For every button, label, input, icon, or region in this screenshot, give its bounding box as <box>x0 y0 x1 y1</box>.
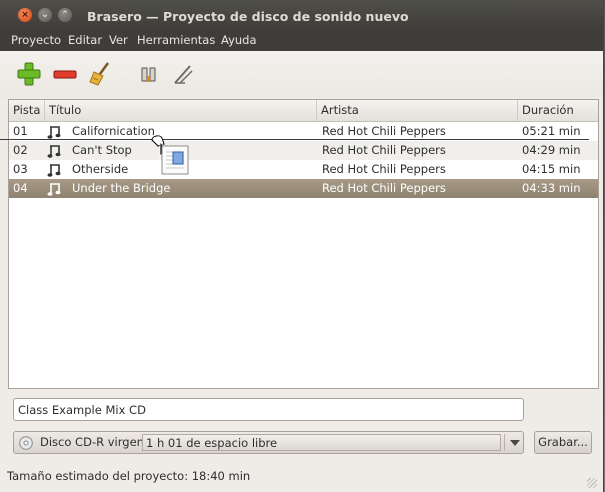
column-header-track[interactable]: Pista <box>9 100 45 121</box>
track-list-header: Pista Título Artista Duración <box>9 100 598 122</box>
music-note-icon <box>47 145 61 158</box>
table-row[interactable]: 03 Otherside Red Hot Chili Peppers 04:15… <box>9 160 598 179</box>
burn-button[interactable]: Grabar... <box>534 431 592 454</box>
split-track-button[interactable] <box>134 59 164 89</box>
free-space-bar: 1 h 01 de espacio libre <box>142 434 501 451</box>
menu-proyecto[interactable]: Proyecto <box>11 33 61 47</box>
add-icon <box>17 62 41 86</box>
music-note-icon <box>47 164 61 177</box>
track-duration: 04:33 min <box>522 181 581 195</box>
project-name-input[interactable] <box>13 398 524 421</box>
track-artist: Red Hot Chili Peppers <box>322 143 446 157</box>
table-row-selected[interactable]: 04 Under the Bridge Red Hot Chili Pepper… <box>9 179 598 198</box>
maximize-window-icon[interactable]: ⌃ <box>58 8 72 22</box>
drag-file-icon <box>151 135 189 175</box>
track-list[interactable]: Pista Título Artista Duración 01 Califor… <box>8 99 599 389</box>
menu-ayuda[interactable]: Ayuda <box>221 33 257 47</box>
disc-dropdown-arrow-icon[interactable] <box>504 434 523 451</box>
disc-selector[interactable]: Disco CD-R virgen: 1 h 01 de espacio lib… <box>13 431 524 454</box>
status-bar-text: Tamaño estimado del proyecto: 18:40 min <box>7 469 251 483</box>
track-artist: Red Hot Chili Peppers <box>322 181 446 195</box>
cd-disc-icon <box>19 436 33 450</box>
resize-grip-icon[interactable] <box>587 478 597 488</box>
track-number: 03 <box>13 162 28 176</box>
titlebar[interactable]: × ⌄ ⌃ Brasero — Proyecto de disco de son… <box>0 0 603 30</box>
properties-button[interactable] <box>168 59 198 89</box>
track-number: 02 <box>13 143 28 157</box>
remove-files-button[interactable] <box>50 59 80 89</box>
minimize-window-icon[interactable]: ⌄ <box>38 8 52 22</box>
split-track-icon <box>141 67 156 82</box>
music-note-icon <box>47 126 61 139</box>
add-files-button[interactable] <box>14 59 44 89</box>
close-window-icon[interactable]: × <box>18 8 32 22</box>
drag-cursor <box>150 132 192 179</box>
window-title: Brasero — Proyecto de disco de sonido nu… <box>87 9 409 24</box>
track-title: Under the Bridge <box>72 181 171 195</box>
track-artist: Red Hot Chili Peppers <box>322 162 446 176</box>
remove-icon <box>53 70 77 79</box>
track-number: 04 <box>13 181 28 195</box>
properties-wand-icon <box>174 65 193 84</box>
drop-indicator-line <box>0 139 589 140</box>
track-duration: 04:15 min <box>522 162 581 176</box>
brasero-window: × ⌄ ⌃ Brasero — Proyecto de disco de son… <box>0 0 604 492</box>
table-row[interactable]: 02 Can't Stop Red Hot Chili Peppers 04:2… <box>9 141 598 160</box>
music-note-icon <box>47 183 61 196</box>
disc-label: Disco CD-R virgen: <box>40 435 148 449</box>
track-duration: 04:29 min <box>522 143 581 157</box>
menubar: Proyecto Editar Ver Herramientas Ayuda <box>0 30 603 51</box>
column-header-duration[interactable]: Duración <box>518 100 598 121</box>
menu-herramientas[interactable]: Herramientas <box>137 33 215 47</box>
clear-broom-icon <box>89 62 110 86</box>
clear-project-button[interactable] <box>86 59 116 89</box>
free-space-text: 1 h 01 de espacio libre <box>146 436 278 450</box>
track-title: Can't Stop <box>72 143 132 157</box>
menu-ver[interactable]: Ver <box>109 33 128 47</box>
toolbar <box>0 51 603 97</box>
menu-editar[interactable]: Editar <box>68 33 102 47</box>
column-header-title[interactable]: Título <box>45 100 317 121</box>
track-title: Otherside <box>72 162 129 176</box>
column-header-artist[interactable]: Artista <box>317 100 518 121</box>
